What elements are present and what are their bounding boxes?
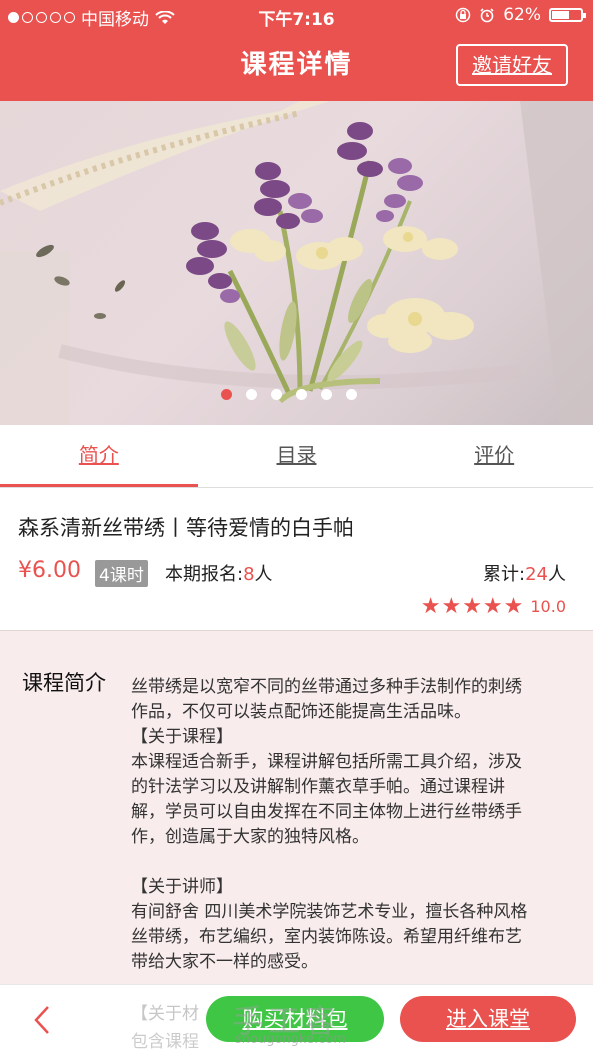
intro-line: 有间舒舍 四川美术学院装饰艺术专业，擅长各种风格 xyxy=(131,902,528,922)
enrolled-this-period: 本期报名:8人 xyxy=(165,560,273,586)
intro-peek-text: 【关于材 xyxy=(131,1004,199,1024)
intro-peek-text-2: 包含课程 xyxy=(131,1032,199,1052)
tab-bar: 简介 目录 评价 xyxy=(0,425,593,488)
intro-heading: 课程简介 xyxy=(22,671,106,695)
tab-intro[interactable]: 简介 xyxy=(0,425,198,487)
alarm-icon xyxy=(480,8,494,23)
status-right: 62% xyxy=(455,5,586,25)
enrolled-unit: 人 xyxy=(254,564,273,585)
total-unit: 人 xyxy=(548,564,566,585)
intro-spacer xyxy=(131,850,576,875)
invite-friends-button[interactable]: 邀请好友 xyxy=(456,44,568,86)
tab-catalog[interactable]: 目录 xyxy=(198,425,396,487)
intro-line: 丝带绣是以宽窄不同的丝带通过多种手法制作的刺绣 xyxy=(131,677,522,697)
rating-score: 10.0 xyxy=(530,597,566,616)
course-intro-section: 课程简介 丝带绣是以宽窄不同的丝带通过多种手法制作的刺绣 作品，不仅可以装点配饰… xyxy=(0,630,593,985)
intro-line: 【关于课程】 xyxy=(131,727,233,747)
intro-line: 解，学员可以自由发挥在不同主体物上进行丝带绣手 xyxy=(131,802,522,822)
carousel-pager[interactable] xyxy=(0,389,585,400)
intro-line: 带给大家不一样的感受。 xyxy=(131,952,318,972)
intro-line: 本课程适合新手，课程讲解包括所需工具介绍，涉及 xyxy=(131,752,522,772)
intro-line: 丝带绣，布艺编织，室内装饰陈设。希望用纤维布艺 xyxy=(131,927,522,947)
top-header: 中国移动 下午7:16 62% 课程详情 邀请好友 xyxy=(0,0,593,101)
banner-image xyxy=(0,101,593,425)
total-count: 24 xyxy=(525,564,548,585)
enter-classroom-button[interactable]: 进入课堂 xyxy=(400,996,576,1042)
course-title: 森系清新丝带绣丨等待爱情的白手帕 xyxy=(18,516,354,540)
carousel-dot[interactable] xyxy=(295,389,307,400)
course-rating: ★★★★★ 10.0 xyxy=(421,594,566,619)
battery-icon xyxy=(549,8,586,22)
total-enrolled: 累计:24人 xyxy=(483,560,566,586)
carousel-dot[interactable] xyxy=(320,389,332,400)
lessons-badge: 4课时 xyxy=(95,560,148,587)
total-label: 累计: xyxy=(483,564,526,585)
watermark-url: shougongke.com xyxy=(235,1032,346,1047)
tab-reviews[interactable]: 评价 xyxy=(395,425,593,487)
carousel-dot[interactable] xyxy=(345,389,357,400)
star-rating-icon: ★★★★★ xyxy=(420,594,525,619)
status-bar: 中国移动 下午7:16 62% xyxy=(0,0,593,32)
intro-line: 作品，不仅可以装点配饰还能提高生活品味。 xyxy=(131,702,471,722)
intro-line: 作，创造属于大家的独特风格。 xyxy=(131,827,369,847)
intro-body: 丝带绣是以宽窄不同的丝带通过多种手法制作的刺绣 作品，不仅可以装点配饰还能提高生… xyxy=(131,675,576,975)
intro-line: 【关于讲师】 xyxy=(131,877,233,897)
rotation-lock-icon xyxy=(455,7,471,23)
intro-line: 的针法学习以及讲解制作薰衣草手帕。通过课程讲 xyxy=(131,777,505,797)
course-price: ¥6.00 xyxy=(18,558,81,583)
enrolled-label: 本期报名: xyxy=(165,564,244,585)
enrolled-count: 8 xyxy=(243,564,255,585)
banner-carousel[interactable] xyxy=(0,101,593,425)
battery-percent: 62% xyxy=(503,5,541,25)
carousel-dot[interactable] xyxy=(245,389,257,400)
carousel-dot[interactable] xyxy=(270,389,282,400)
back-chevron-icon[interactable] xyxy=(28,1003,58,1037)
carousel-dot[interactable] xyxy=(220,389,232,400)
